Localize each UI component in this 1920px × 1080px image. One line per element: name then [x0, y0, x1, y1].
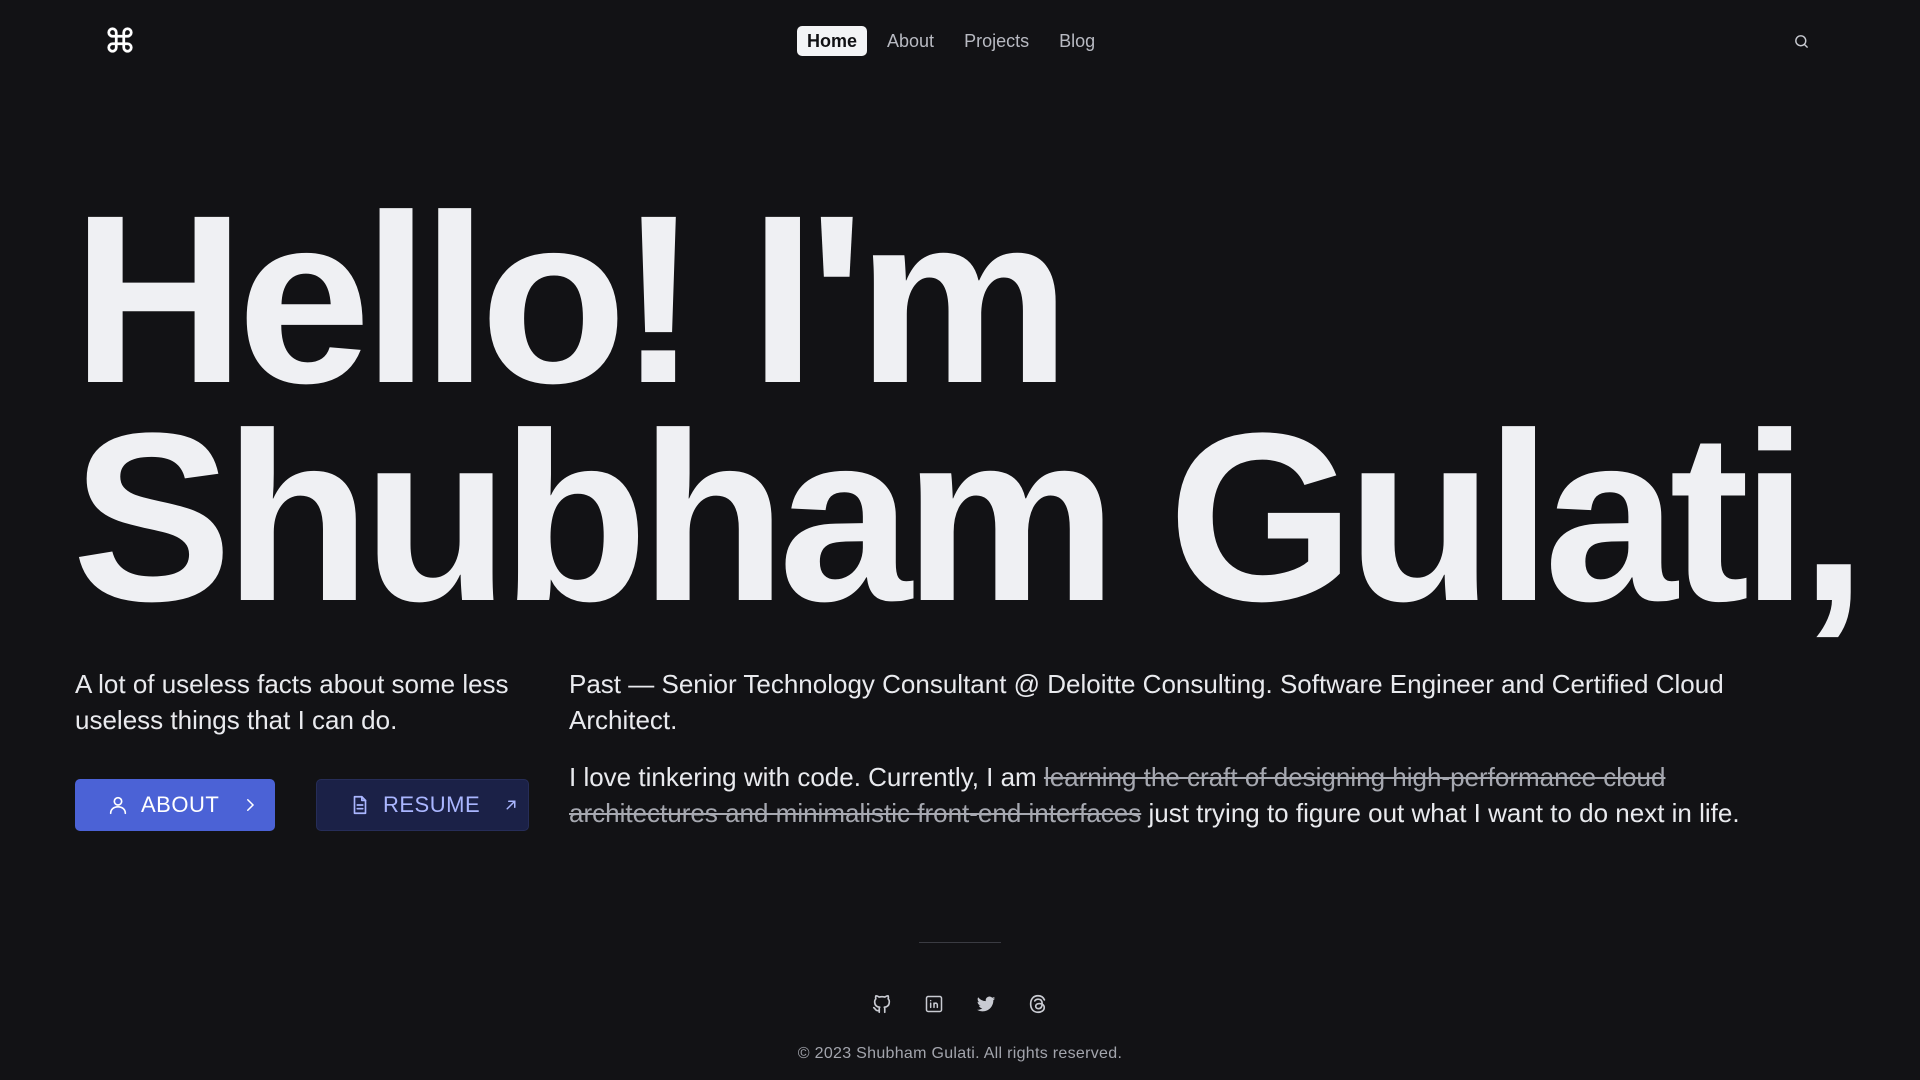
cta-buttons: ABOUT RESUME	[75, 779, 529, 831]
social-links	[870, 992, 1050, 1016]
bio: Past — Senior Technology Consultant @ De…	[569, 666, 1809, 831]
document-icon	[353, 795, 367, 815]
about-button-label: ABOUT	[141, 792, 220, 817]
nav-projects[interactable]: Projects	[954, 26, 1039, 56]
user-icon	[109, 796, 127, 815]
footer-divider	[919, 942, 1001, 943]
bio-current-prefix: I love tinkering with code. Currently, I…	[569, 762, 1044, 792]
resume-button-label: RESUME	[383, 792, 481, 817]
resume-button[interactable]: RESUME	[316, 779, 529, 831]
intro-text: A lot of useless facts about some less u…	[75, 669, 509, 735]
github-icon[interactable]	[870, 992, 894, 1016]
about-button[interactable]: ABOUT	[75, 779, 275, 831]
hero-heading: Hello! I'm Shubham Gulati,	[72, 165, 1867, 651]
hero-line-name: Shubham Gulati,	[72, 383, 1867, 651]
main-nav: Home About Projects Blog	[797, 25, 1105, 57]
linkedin-icon[interactable]	[922, 992, 946, 1016]
nav-home[interactable]: Home	[797, 26, 868, 56]
copyright: © 2023 Shubham Gulati. All rights reserv…	[797, 1045, 1123, 1062]
bio-current-suffix: just trying to figure out what I want to…	[1141, 798, 1740, 828]
command-icon[interactable]	[104, 24, 136, 56]
bio-past: Past — Senior Technology Consultant @ De…	[569, 669, 1724, 735]
hero-line-greeting: Hello! I'm	[72, 165, 1071, 433]
twitter-icon[interactable]	[974, 992, 998, 1016]
bio-current: I love tinkering with code. Currently, I…	[569, 759, 1809, 831]
search-icon[interactable]	[1790, 30, 1812, 52]
nav-about[interactable]: About	[877, 26, 944, 56]
nav-blog[interactable]: Blog	[1049, 26, 1105, 56]
site-header: Home About Projects Blog	[0, 0, 1920, 82]
chevron-right-icon	[247, 799, 255, 811]
arrow-up-right-icon	[506, 800, 516, 810]
threads-icon[interactable]	[1026, 992, 1050, 1016]
